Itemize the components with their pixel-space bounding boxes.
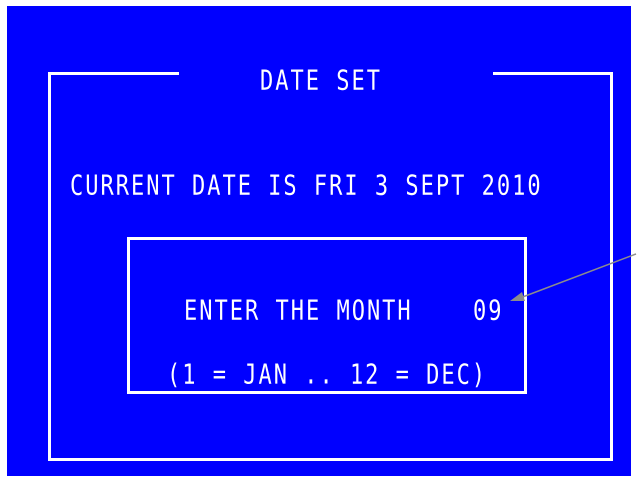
dialog-title: DATE SET [260, 65, 382, 97]
outer-frame-bottom [48, 458, 613, 461]
current-date-line: CURRENT DATE IS FRI 3 SEPT 2010 [70, 170, 543, 202]
outer-frame-left [48, 72, 51, 461]
terminal-screen: DATE SET CURRENT DATE IS FRI 3 SEPT 2010… [7, 6, 631, 476]
month-prompt-label: ENTER THE MONTH [184, 295, 413, 327]
outer-frame-top-right [493, 72, 613, 75]
outer-frame-top-left [48, 72, 179, 75]
outer-frame-right [610, 72, 613, 461]
month-range-hint: (1 = JAN .. 12 = DEC) [167, 359, 488, 391]
month-input-value[interactable]: 09 [473, 296, 504, 327]
